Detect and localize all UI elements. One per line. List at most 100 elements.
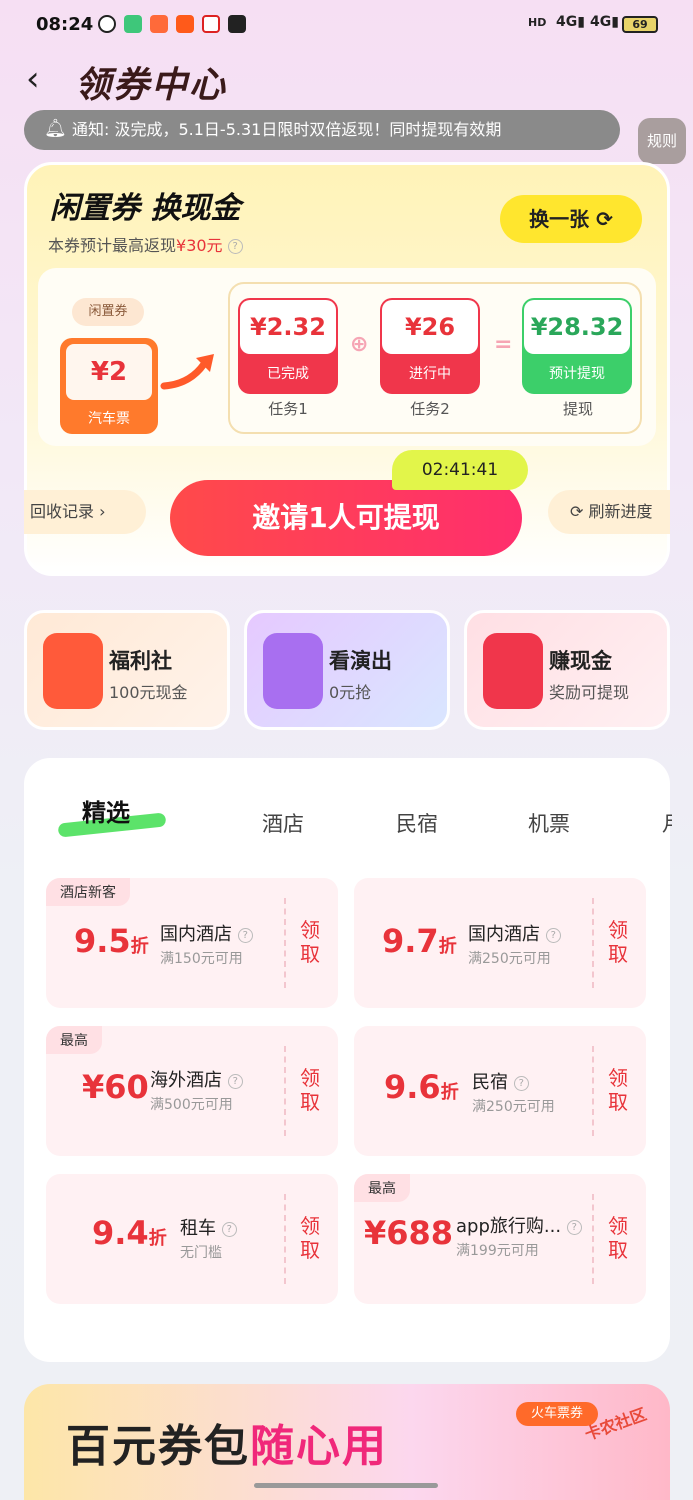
claim-button[interactable]: 领取 — [298, 1066, 322, 1114]
divider — [284, 898, 286, 988]
help-icon: ? — [221, 1221, 237, 1237]
coupon-name: 民宿 ? — [472, 1068, 529, 1094]
refresh-icon: ⟳ — [596, 207, 613, 231]
ticket-tag: 闲置券 — [72, 298, 144, 326]
card-subtitle: 本券预计最高返现¥30元 ? — [48, 232, 243, 256]
task-2-card: ¥26 进行中 — [380, 298, 480, 394]
feature-sub: 0元抢 — [329, 683, 372, 702]
microphone-icon — [263, 633, 323, 709]
coupon-card: 9.4折 租车 ? 无门槛 领取 — [46, 1174, 338, 1304]
coupon-badge: 酒店新客 — [46, 878, 130, 906]
feature-title: 看演出 — [329, 649, 392, 673]
banner-title: 百元券包随心用 — [66, 1421, 388, 1472]
arrow-icon — [160, 354, 214, 390]
coupon-value: ¥688 — [364, 1214, 454, 1252]
task-2-label: 任务2 — [410, 400, 450, 418]
withdraw-status: 预计提现 — [549, 366, 605, 382]
coupon-card: 酒店新客 9.5折 国内酒店 ? 满150元可用 领取 — [46, 878, 338, 1008]
feature-earn[interactable]: 赚现金 奖励可提现 — [464, 610, 670, 730]
claim-button[interactable]: 领取 — [298, 1214, 322, 1262]
divider — [592, 1194, 594, 1284]
coupon-condition: 满250元可用 — [472, 1099, 555, 1115]
coupon-value: 9.6折 — [384, 1068, 459, 1106]
card-title: 闲置券 换现金 — [50, 191, 241, 226]
coupon-condition: 满150元可用 — [160, 951, 243, 967]
task-1-status: 已完成 — [267, 366, 309, 382]
video-icon — [228, 15, 246, 33]
feature-show[interactable]: 看演出 0元抢 — [244, 610, 450, 730]
divider — [592, 1046, 594, 1136]
help-icon: ? — [566, 1219, 582, 1235]
claim-button[interactable]: 领取 — [606, 1066, 630, 1114]
help-icon: ? — [513, 1075, 529, 1091]
coupon-condition: 满250元可用 — [468, 951, 551, 967]
bank-icon — [202, 15, 220, 33]
coupon-card: 9.7折 国内酒店 ? 满250元可用 领取 — [354, 878, 646, 1008]
tab-more[interactable]: 月 — [662, 808, 672, 838]
plus-icon: ⊕ — [350, 332, 369, 357]
task-1-label: 任务1 — [268, 400, 308, 418]
taobao-icon — [176, 15, 194, 33]
coupon-name: 国内酒店 ? — [468, 920, 561, 946]
chat-icon — [124, 15, 142, 33]
page-title: 领券中心 — [75, 65, 228, 106]
home-indicator[interactable] — [254, 1483, 438, 1488]
divider — [592, 898, 594, 988]
coupon-name: 租车 ? — [180, 1214, 237, 1240]
invite-button[interactable]: 邀请1人可提现 — [170, 480, 522, 556]
feature-title: 赚现金 — [549, 649, 612, 673]
help-icon: ? — [545, 927, 561, 943]
swap-button[interactable]: 换一张 ⟳ — [500, 195, 642, 243]
bell-icon: 🔔︎ — [44, 118, 67, 139]
status-time: 08:24 — [36, 14, 94, 35]
tab-homestay[interactable]: 民宿 — [396, 808, 438, 838]
coupon-value: 9.7折 — [382, 922, 457, 960]
feature-sub: 100元现金 — [109, 683, 188, 702]
tab-featured[interactable]: 精选 — [82, 793, 130, 828]
countdown-timer: 02:41:41 — [392, 450, 528, 490]
chevron-right-icon: › — [99, 502, 106, 521]
equals-icon: = — [494, 332, 513, 357]
shop-icon — [150, 15, 168, 33]
task-2-status: 进行中 — [409, 366, 451, 382]
coupon-card: 最高 ¥60 海外酒店 ? 满500元可用 领取 — [46, 1026, 338, 1156]
records-button[interactable]: 回收记录 › — [24, 490, 146, 534]
coupon-name: 海外酒店 ? — [150, 1066, 243, 1092]
withdraw-value: ¥28.32 — [524, 300, 630, 354]
notice-bar[interactable]: 通知: 汲完成，5.1日-5.31日限时双倍返现！同时提现有效期 — [24, 110, 620, 150]
withdraw-card: ¥28.32 预计提现 — [522, 298, 632, 394]
gift-icon — [43, 633, 103, 709]
coupon-condition: 无门槛 — [180, 1245, 222, 1261]
task-2-value: ¥26 — [382, 300, 478, 354]
back-button[interactable]: ‹ — [26, 62, 40, 96]
claim-button[interactable]: 领取 — [606, 918, 630, 966]
feature-welfare[interactable]: 福利社 100元现金 — [24, 610, 230, 730]
signal-icon: 4G▮ — [556, 14, 585, 30]
withdraw-label: 提现 — [562, 400, 593, 418]
task-1-value: ¥2.32 — [240, 300, 336, 354]
coupon-badge: 最高 — [354, 1174, 410, 1202]
coupon-value: ¥60 — [82, 1068, 149, 1106]
coupon-condition: 满500元可用 — [150, 1097, 233, 1113]
divider — [284, 1194, 286, 1284]
app-icon — [98, 15, 116, 33]
refresh-progress-button[interactable]: ⟳ 刷新进度 — [548, 490, 670, 534]
refresh-icon: ⟳ — [570, 502, 584, 521]
coupon-name: app旅行购... ? — [456, 1212, 588, 1238]
divider — [284, 1046, 286, 1136]
coupon-value: 9.5折 — [74, 922, 149, 960]
coupon-badge: 最高 — [46, 1026, 102, 1054]
help-icon: ? — [227, 1073, 243, 1089]
claim-button[interactable]: 领取 — [298, 918, 322, 966]
hd-icon: HD — [528, 16, 547, 29]
signal-icon-2: 4G▮ — [590, 14, 619, 30]
claim-button[interactable]: 领取 — [606, 1214, 630, 1262]
task-1-card: ¥2.32 已完成 — [238, 298, 338, 394]
help-icon: ? — [237, 927, 253, 943]
tab-hotel[interactable]: 酒店 — [262, 808, 304, 838]
tab-flight[interactable]: 机票 — [528, 808, 570, 838]
coupon-card: 最高 ¥688 app旅行购... ? 满199元可用 领取 — [354, 1174, 646, 1304]
coupon-condition: 满199元可用 — [456, 1243, 539, 1259]
rules-button[interactable]: 规则 — [638, 118, 686, 164]
coupon-card: 9.6折 民宿 ? 满250元可用 领取 — [354, 1026, 646, 1156]
